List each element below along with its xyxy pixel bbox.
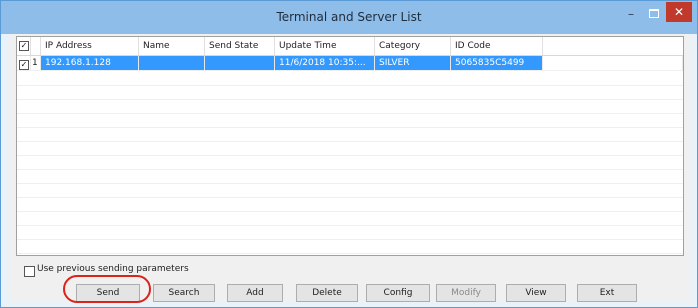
search-button[interactable]: Search bbox=[153, 284, 215, 302]
header-id-code[interactable]: ID Code bbox=[451, 37, 543, 55]
cell-name[interactable] bbox=[139, 56, 205, 70]
terminal-list-grid[interactable]: ✓ IP Address Name Send State Update Time… bbox=[16, 36, 684, 256]
send-highlight-annotation bbox=[63, 275, 151, 303]
use-previous-label: Use previous sending parameters bbox=[37, 264, 189, 274]
header-send-state[interactable]: Send State bbox=[205, 37, 275, 55]
index-header bbox=[31, 37, 41, 55]
exit-button[interactable]: Ext bbox=[577, 284, 637, 302]
table-row[interactable]: ✓ 1 192.168.1.128 11/6/2018 10:35:... SI… bbox=[17, 56, 683, 71]
close-button[interactable]: ✕ bbox=[666, 2, 692, 22]
title-bar[interactable]: Terminal and Server List – ✕ bbox=[1, 1, 697, 34]
header-name[interactable]: Name bbox=[139, 37, 205, 55]
empty-row bbox=[17, 99, 683, 114]
cell-update-time[interactable]: 11/6/2018 10:35:... bbox=[275, 56, 375, 70]
minimize-button[interactable]: – bbox=[619, 4, 643, 24]
empty-row bbox=[17, 169, 683, 184]
empty-row bbox=[17, 141, 683, 156]
empty-row bbox=[17, 127, 683, 142]
empty-row bbox=[17, 239, 683, 254]
view-button[interactable]: View bbox=[506, 284, 566, 302]
maximize-button[interactable] bbox=[643, 4, 665, 24]
empty-row bbox=[17, 113, 683, 128]
empty-row bbox=[17, 85, 683, 100]
header-filler bbox=[543, 37, 683, 55]
delete-button[interactable]: Delete bbox=[296, 284, 358, 302]
empty-row bbox=[17, 71, 683, 86]
row-index: 1 bbox=[31, 56, 41, 70]
grid-header: ✓ IP Address Name Send State Update Time… bbox=[17, 37, 683, 56]
header-update-time[interactable]: Update Time bbox=[275, 37, 375, 55]
window-title: Terminal and Server List bbox=[276, 10, 422, 24]
empty-row bbox=[17, 155, 683, 170]
cell-category[interactable]: SILVER bbox=[375, 56, 451, 70]
terminal-server-window: Terminal and Server List – ✕ ✓ IP Addres… bbox=[0, 0, 698, 308]
empty-row bbox=[17, 197, 683, 212]
select-all-checkbox[interactable]: ✓ bbox=[19, 41, 29, 51]
empty-row bbox=[17, 225, 683, 240]
cell-id-code[interactable]: 5065835C5499 bbox=[451, 56, 543, 70]
empty-row bbox=[17, 183, 683, 198]
header-ip-address[interactable]: IP Address bbox=[41, 37, 139, 55]
row-checkbox-cell[interactable]: ✓ bbox=[17, 56, 31, 70]
cell-ip-address[interactable]: 192.168.1.128 bbox=[41, 56, 139, 70]
cell-filler bbox=[543, 56, 683, 70]
header-category[interactable]: Category bbox=[375, 37, 451, 55]
cell-send-state[interactable] bbox=[205, 56, 275, 70]
row-checkbox[interactable]: ✓ bbox=[19, 60, 29, 70]
modify-button[interactable]: Modify bbox=[436, 284, 496, 302]
use-previous-checkbox[interactable] bbox=[24, 266, 35, 277]
empty-row bbox=[17, 211, 683, 226]
select-all-cell[interactable]: ✓ bbox=[17, 37, 31, 55]
config-button[interactable]: Config bbox=[366, 284, 430, 302]
maximize-icon bbox=[649, 9, 659, 18]
add-button[interactable]: Add bbox=[227, 284, 283, 302]
